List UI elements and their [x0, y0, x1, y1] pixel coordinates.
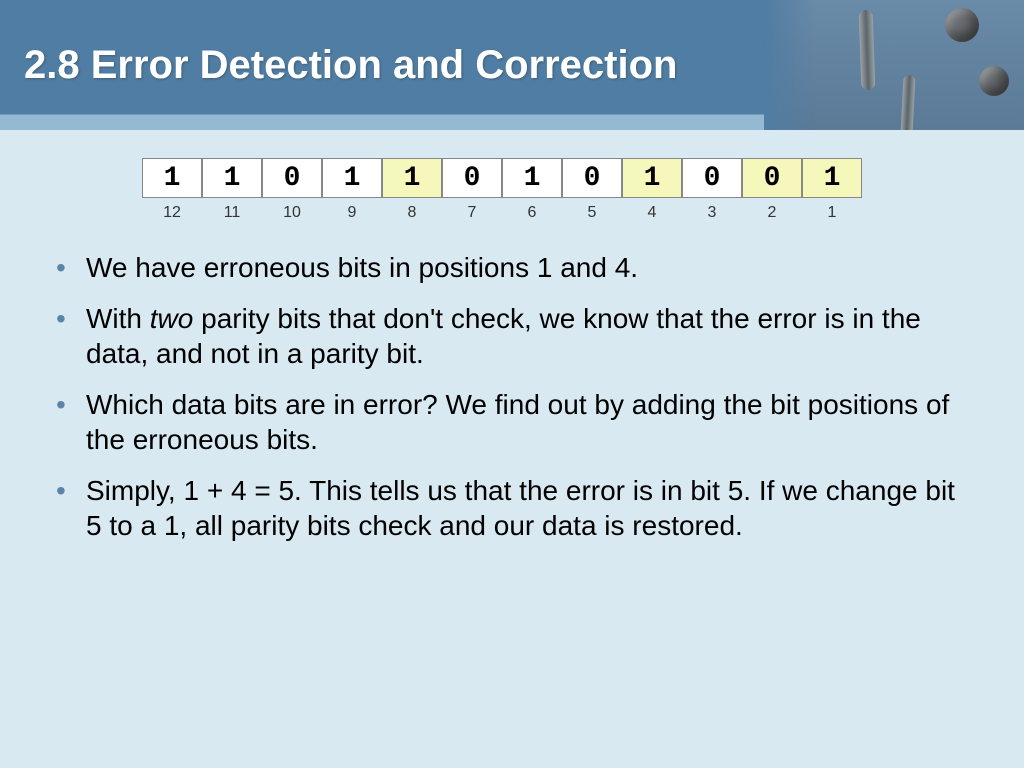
- bit-cell: 1: [802, 158, 862, 198]
- bit-cell: 1: [202, 158, 262, 198]
- bit-cell: 0: [562, 158, 622, 198]
- position-cell: 9: [322, 204, 382, 222]
- slide-header: 2.8 Error Detection and Correction: [0, 0, 1024, 130]
- bit-cell: 0: [742, 158, 802, 198]
- bit-cell: 1: [622, 158, 682, 198]
- bullet-text: We have erroneous bits in positions 1 an…: [86, 252, 638, 283]
- position-cell: 4: [622, 204, 682, 222]
- bullet-text: Which data bits are in error? We find ou…: [86, 389, 949, 455]
- slide-title: 2.8 Error Detection and Correction: [24, 43, 677, 88]
- bit-cell: 1: [502, 158, 562, 198]
- bullet-text-post: parity bits that don't check, we know th…: [86, 303, 921, 369]
- position-cell: 1: [802, 204, 862, 222]
- position-cell: 3: [682, 204, 742, 222]
- header-decorative-image: [764, 0, 1024, 130]
- position-cell: 6: [502, 204, 562, 222]
- bullet-item: With two parity bits that don't check, w…: [46, 301, 978, 371]
- position-cell: 2: [742, 204, 802, 222]
- position-cell: 11: [202, 204, 262, 222]
- bit-table: 110110101001 121110987654321: [142, 158, 882, 222]
- bullet-item: Which data bits are in error? We find ou…: [46, 387, 978, 457]
- bullet-text: Simply, 1 + 4 = 5. This tells us that th…: [86, 475, 955, 541]
- position-cell: 10: [262, 204, 322, 222]
- position-cell: 8: [382, 204, 442, 222]
- bit-cell: 0: [682, 158, 742, 198]
- bit-cell: 0: [262, 158, 322, 198]
- bullet-text-em: two: [150, 303, 194, 334]
- bit-cell: 1: [382, 158, 442, 198]
- bullet-text-pre: With: [86, 303, 150, 334]
- slide-body: We have erroneous bits in positions 1 an…: [0, 222, 1024, 543]
- bit-position-row: 121110987654321: [142, 204, 882, 222]
- bullet-list: We have erroneous bits in positions 1 an…: [46, 250, 978, 543]
- bit-value-row: 110110101001: [142, 158, 882, 198]
- position-cell: 5: [562, 204, 622, 222]
- bit-cell: 1: [322, 158, 382, 198]
- position-cell: 7: [442, 204, 502, 222]
- bit-cell: 1: [142, 158, 202, 198]
- bullet-item: Simply, 1 + 4 = 5. This tells us that th…: [46, 473, 978, 543]
- position-cell: 12: [142, 204, 202, 222]
- bullet-item: We have erroneous bits in positions 1 an…: [46, 250, 978, 285]
- bit-cell: 0: [442, 158, 502, 198]
